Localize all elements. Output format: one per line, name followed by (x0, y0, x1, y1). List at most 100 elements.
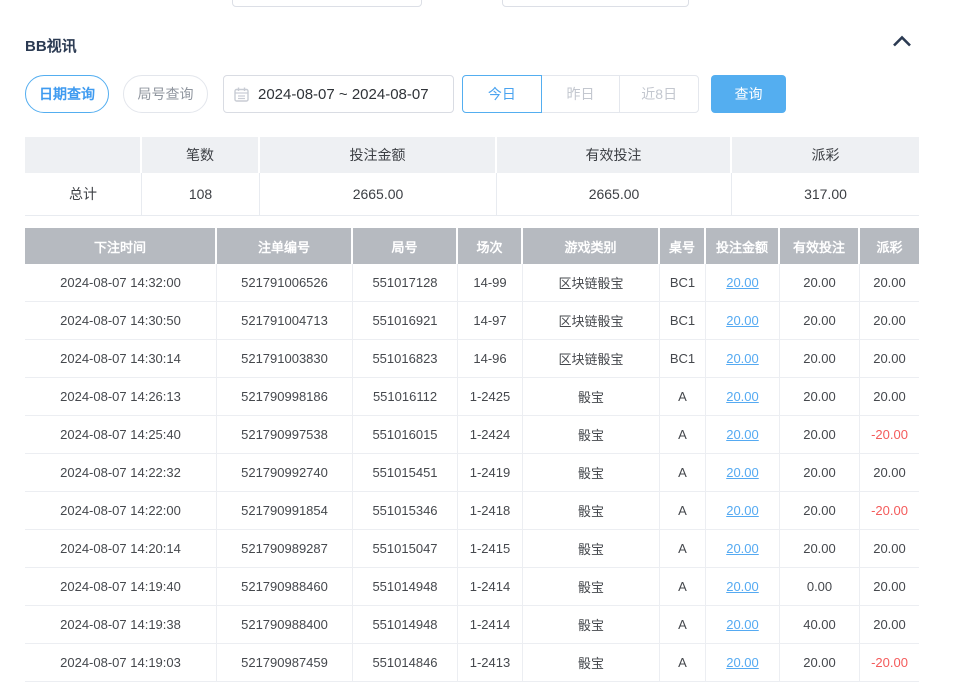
game-type-cell: 骰宝 (523, 606, 660, 644)
game-type-cell: 骰宝 (523, 416, 660, 454)
valid-bet-cell: 40.00 (780, 606, 860, 644)
calendar-icon (234, 87, 249, 102)
table-number-cell: A (660, 568, 706, 606)
summary-count-value: 108 (142, 173, 260, 216)
bet-table-row: 2024-08-07 14:19:40 521790988460 5510149… (25, 568, 919, 606)
table-number-cell: A (660, 416, 706, 454)
valid-bet-cell: 20.00 (780, 264, 860, 302)
bet-amount-link[interactable]: 20.00 (726, 465, 759, 480)
round-number-cell: 551016015 (353, 416, 458, 454)
valid-bet-cell: 20.00 (780, 302, 860, 340)
session-cell: 1-2419 (458, 454, 523, 492)
bet-amount-link[interactable]: 20.00 (726, 351, 759, 366)
payout-cell: 20.00 (860, 530, 919, 568)
bet-table-row: 2024-08-07 14:19:38 521790988400 5510149… (25, 606, 919, 644)
bet-time-cell: 2024-08-07 14:22:00 (25, 492, 217, 530)
quick-last8days-button[interactable]: 近8日 (619, 75, 699, 113)
round-number-cell: 551016921 (353, 302, 458, 340)
bet-amount-link[interactable]: 20.00 (726, 427, 759, 442)
payout-cell: 20.00 (860, 454, 919, 492)
session-cell: 1-2415 (458, 530, 523, 568)
order-number-cell: 521790992740 (217, 454, 353, 492)
partial-input-left[interactable] (232, 0, 422, 7)
bet-amount-cell: 20.00 (706, 340, 780, 378)
bet-time-cell: 2024-08-07 14:30:14 (25, 340, 217, 378)
bet-time-cell: 2024-08-07 14:19:40 (25, 568, 217, 606)
bet-amount-link[interactable]: 20.00 (726, 541, 759, 556)
round-number-cell: 551014948 (353, 606, 458, 644)
bet-table-body: 2024-08-07 14:32:00 521791006526 5510171… (25, 264, 919, 682)
bet-amount-link[interactable]: 20.00 (726, 275, 759, 290)
game-type-cell: 骰宝 (523, 378, 660, 416)
bet-amount-cell: 20.00 (706, 454, 780, 492)
collapse-panel-button[interactable] (889, 33, 915, 51)
bet-time-cell: 2024-08-07 14:25:40 (25, 416, 217, 454)
quick-today-button[interactable]: 今日 (462, 75, 542, 113)
valid-bet-cell: 20.00 (780, 416, 860, 454)
bet-amount-link[interactable]: 20.00 (726, 389, 759, 404)
session-cell: 1-2414 (458, 606, 523, 644)
date-range-value: 2024-08-07 ~ 2024-08-07 (258, 86, 429, 103)
payout-cell: -20.00 (860, 492, 919, 530)
bet-amount-cell: 20.00 (706, 568, 780, 606)
session-cell: 1-2424 (458, 416, 523, 454)
bet-amount-link[interactable]: 20.00 (726, 579, 759, 594)
payout-cell: -20.00 (860, 416, 919, 454)
search-button[interactable]: 查询 (711, 75, 786, 113)
round-number-cell: 551015047 (353, 530, 458, 568)
game-type-cell: 骰宝 (523, 568, 660, 606)
bet-amount-cell: 20.00 (706, 492, 780, 530)
table-number-cell: A (660, 606, 706, 644)
bet-time-cell: 2024-08-07 14:19:38 (25, 606, 217, 644)
payout-cell: 20.00 (860, 606, 919, 644)
quick-date-button-group: 今日 昨日 近8日 (462, 75, 699, 113)
header-payout: 派彩 (860, 228, 919, 264)
round-number-cell: 551014846 (353, 644, 458, 682)
bet-amount-link[interactable]: 20.00 (726, 617, 759, 632)
summary-total-label: 总计 (25, 173, 142, 216)
quick-yesterday-button[interactable]: 昨日 (541, 75, 621, 113)
round-number-cell: 551016823 (353, 340, 458, 378)
summary-header-row: 笔数 投注金额 有效投注 派彩 (25, 137, 919, 173)
round-number-cell: 551017128 (353, 264, 458, 302)
bet-table-row: 2024-08-07 14:32:00 521791006526 5510171… (25, 264, 919, 302)
header-valid-bet: 有效投注 (780, 228, 860, 264)
bet-amount-link[interactable]: 20.00 (726, 655, 759, 670)
valid-bet-cell: 0.00 (780, 568, 860, 606)
round-number-cell: 551015346 (353, 492, 458, 530)
bet-table-row: 2024-08-07 14:20:14 521790989287 5510150… (25, 530, 919, 568)
bet-amount-link[interactable]: 20.00 (726, 503, 759, 518)
valid-bet-cell: 20.00 (780, 492, 860, 530)
date-query-tab-button[interactable]: 日期查询 (25, 75, 109, 113)
date-range-input[interactable]: 2024-08-07 ~ 2024-08-07 (223, 75, 454, 113)
summary-header-count: 笔数 (142, 137, 260, 173)
round-query-tab-button[interactable]: 局号查询 (123, 75, 208, 113)
header-bet-time: 下注时间 (25, 228, 217, 264)
bet-table-row: 2024-08-07 14:25:40 521790997538 5510160… (25, 416, 919, 454)
session-cell: 14-96 (458, 340, 523, 378)
round-number-cell: 551014948 (353, 568, 458, 606)
panel-title: BB视讯 (25, 35, 77, 56)
bet-amount-cell: 20.00 (706, 264, 780, 302)
session-cell: 1-2413 (458, 644, 523, 682)
order-number-cell: 521790988400 (217, 606, 353, 644)
summary-table: 笔数 投注金额 有效投注 派彩 总计 108 2665.00 2665.00 3… (25, 137, 919, 216)
payout-cell: 20.00 (860, 378, 919, 416)
bet-amount-link[interactable]: 20.00 (726, 313, 759, 328)
table-number-cell: A (660, 644, 706, 682)
bet-table-row: 2024-08-07 14:26:13 521790998186 5510161… (25, 378, 919, 416)
table-number-cell: BC1 (660, 264, 706, 302)
partial-input-right[interactable] (502, 0, 689, 7)
bet-time-cell: 2024-08-07 14:19:03 (25, 644, 217, 682)
summary-valid-bet-value: 2665.00 (497, 173, 732, 216)
bet-amount-cell: 20.00 (706, 378, 780, 416)
bet-amount-cell: 20.00 (706, 416, 780, 454)
filter-bar: 日期查询 局号查询 2024-08-07 ~ 2024-08-07 今日 昨日 … (25, 75, 786, 113)
table-number-cell: A (660, 492, 706, 530)
bet-amount-cell: 20.00 (706, 530, 780, 568)
game-type-cell: 骰宝 (523, 644, 660, 682)
game-type-cell: 骰宝 (523, 492, 660, 530)
session-cell: 1-2425 (458, 378, 523, 416)
bet-table-row: 2024-08-07 14:22:32 521790992740 5510154… (25, 454, 919, 492)
order-number-cell: 521790988460 (217, 568, 353, 606)
